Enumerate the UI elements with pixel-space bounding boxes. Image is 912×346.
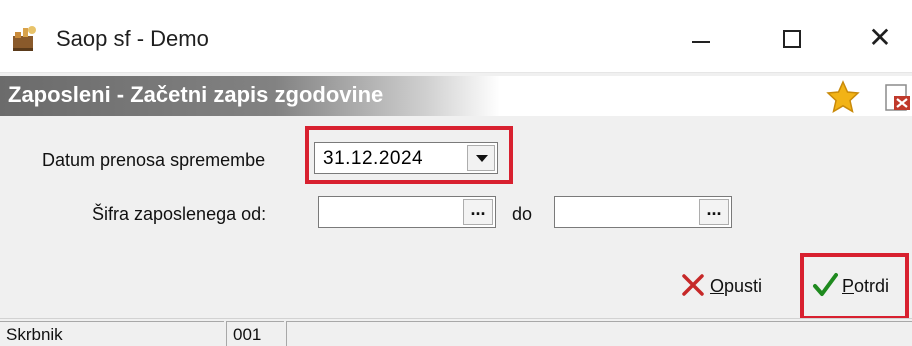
document-delete-icon[interactable] [884, 82, 912, 112]
window-title: Saop sf - Demo [56, 26, 209, 51]
app-icon [13, 26, 36, 51]
star-icon[interactable] [826, 80, 860, 114]
window-titlebar: Saop sf - Demo ✕ [0, 0, 912, 73]
heading-band: Zaposleni - Začetni zapis zgodovine [0, 76, 500, 116]
cancel-mnemonic: O [710, 276, 725, 296]
cancel-button[interactable]: Opusti [680, 270, 784, 304]
heading-title: Zaposleni - Začetni zapis zgodovine [8, 82, 384, 107]
status-bar: Skrbnik 001 [0, 318, 912, 346]
cancel-label: Opusti [710, 276, 762, 297]
form-heading: Zaposleni - Začetni zapis zgodovine [0, 76, 912, 116]
date-label: Datum prenosa spremembe [42, 150, 266, 170]
browse-from-button[interactable]: ... [463, 199, 493, 225]
close-button[interactable]: ✕ [858, 18, 902, 58]
status-message-cell [286, 321, 912, 346]
cancel-label-rest: pusti [724, 276, 763, 296]
status-user-cell: Skrbnik [0, 321, 224, 346]
status-code-cell: 001 [226, 321, 284, 346]
browse-to-button[interactable]: ... [699, 199, 729, 225]
maximize-button[interactable] [770, 18, 814, 58]
minimize-button[interactable] [680, 18, 724, 58]
status-user: Skrbnik [6, 325, 63, 344]
date-highlight-box [305, 126, 513, 184]
employee-code-to-input[interactable]: ... [554, 196, 732, 228]
x-icon [682, 274, 704, 296]
employee-code-to-label: do [512, 204, 533, 224]
employee-code-from-input[interactable]: ... [318, 196, 496, 228]
employee-code-from-label: Šifra zaposlenega od: [92, 204, 267, 224]
status-code: 001 [233, 325, 262, 344]
confirm-highlight-box [800, 253, 909, 320]
